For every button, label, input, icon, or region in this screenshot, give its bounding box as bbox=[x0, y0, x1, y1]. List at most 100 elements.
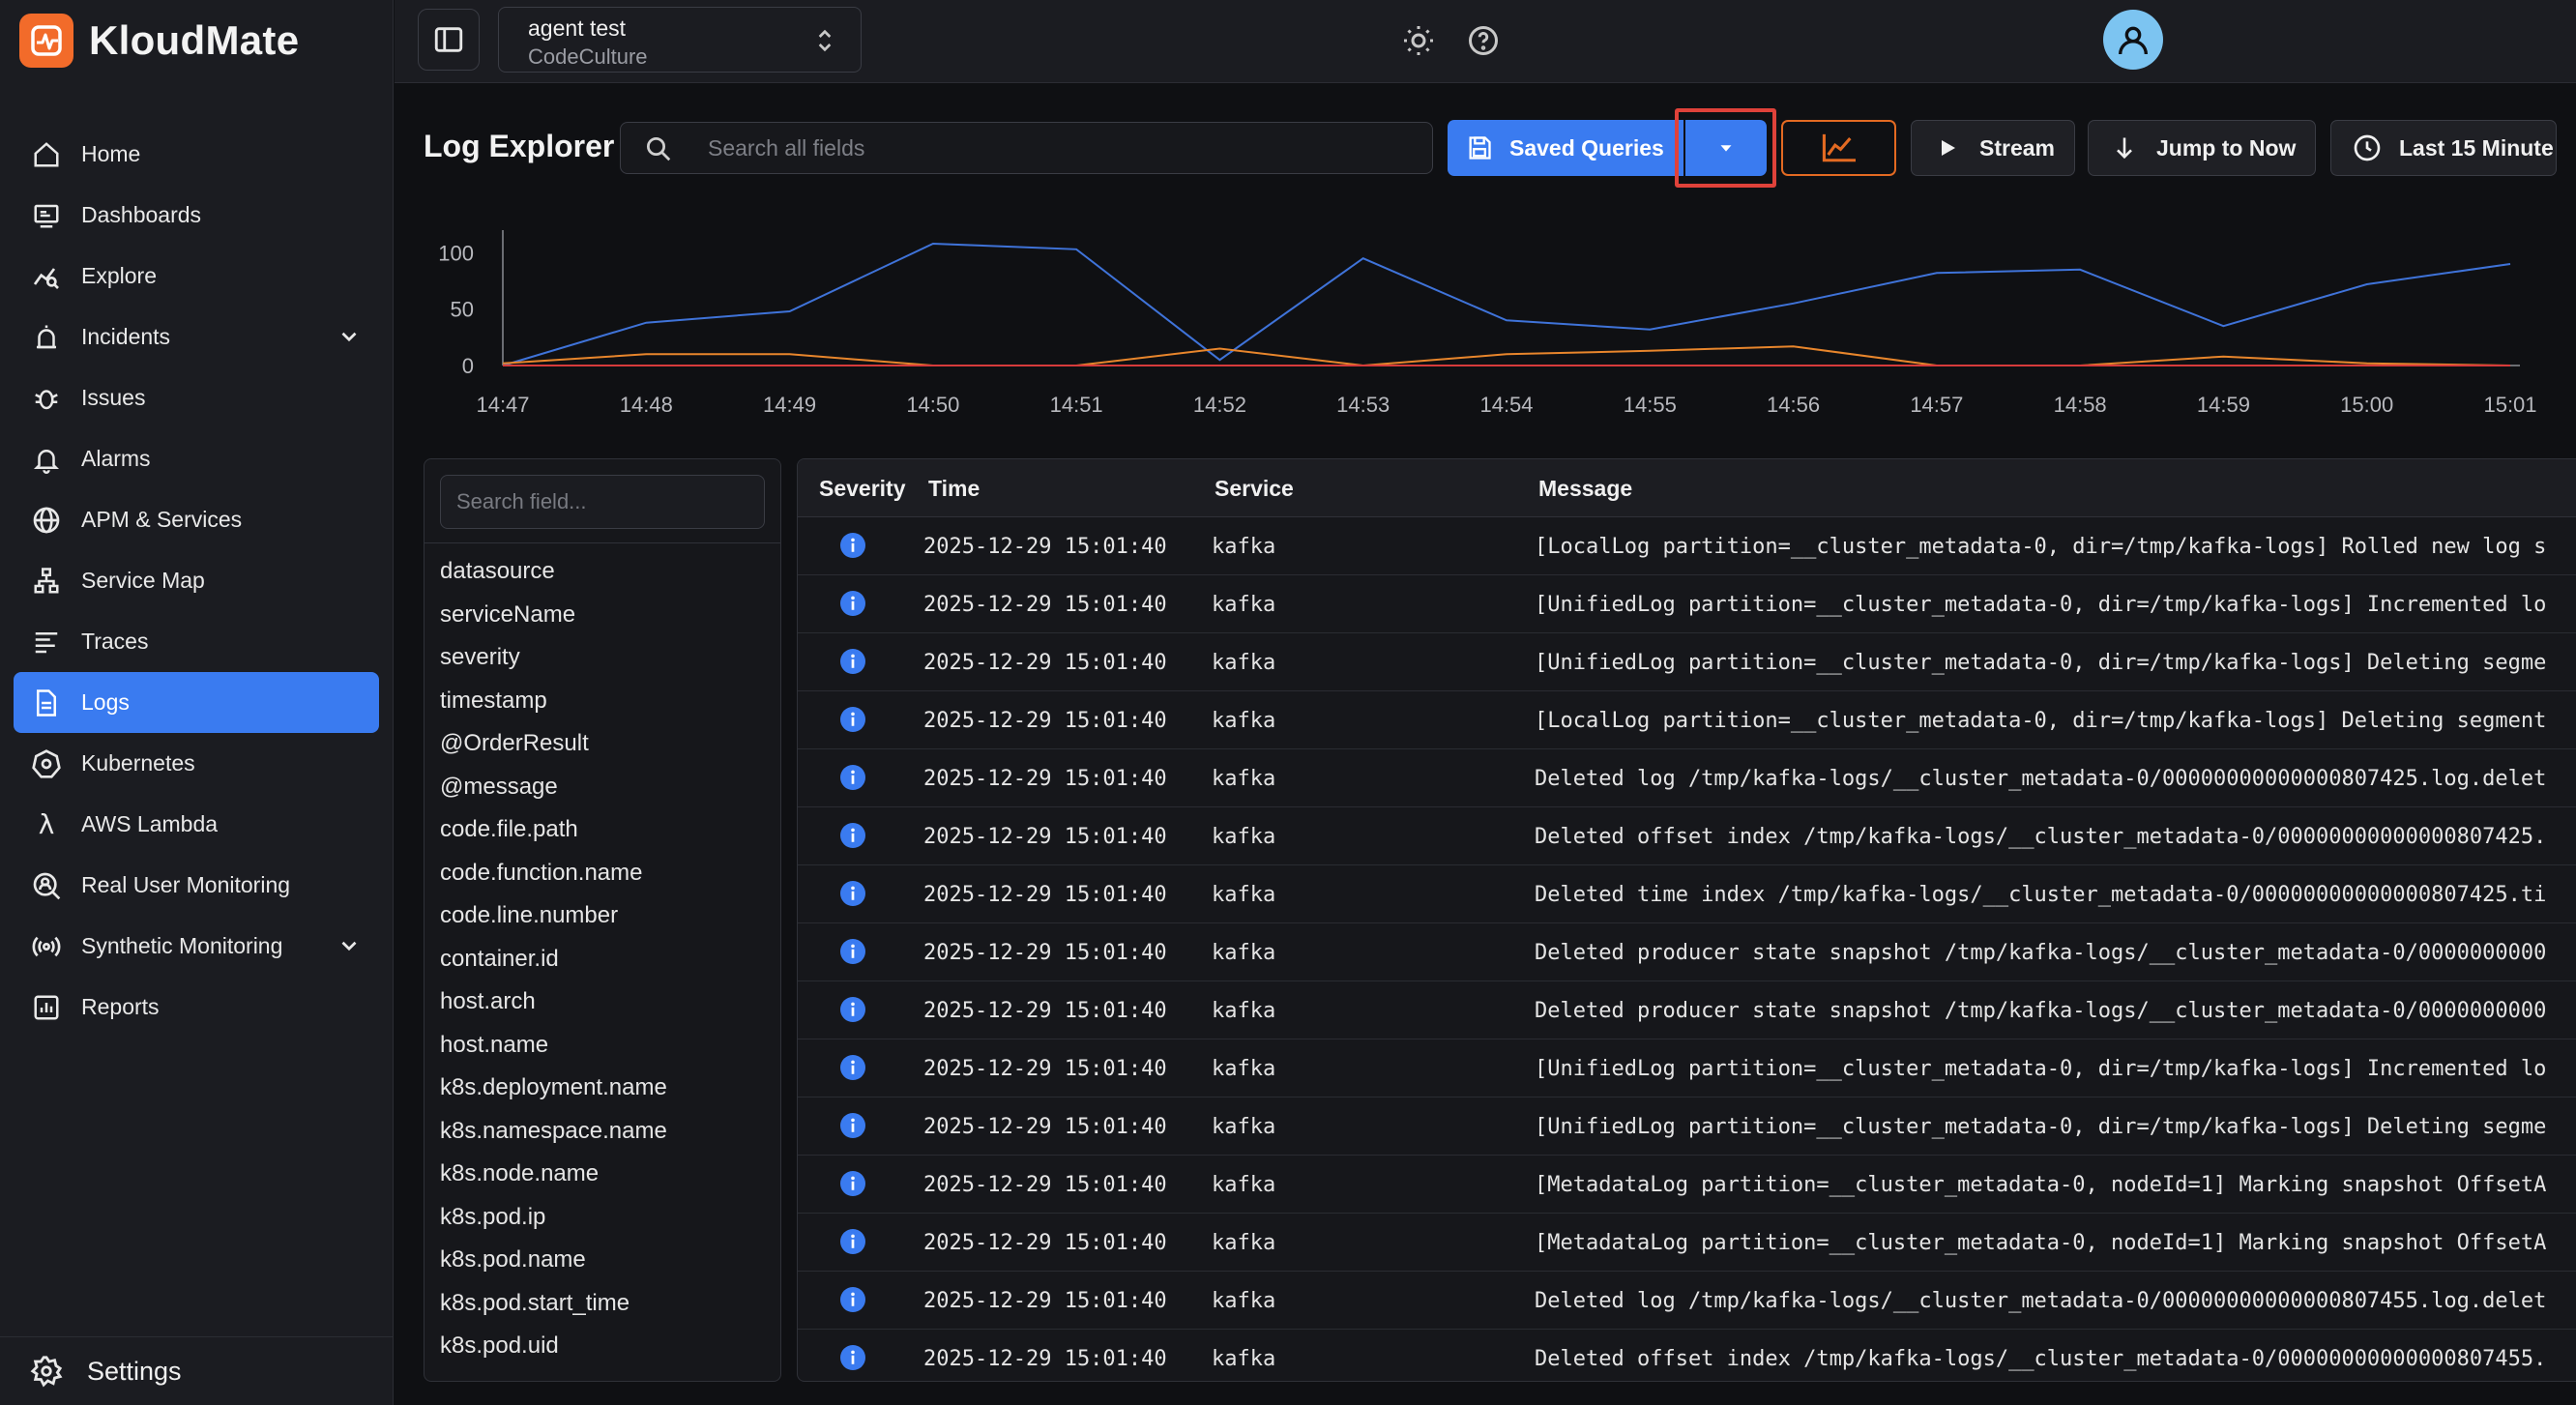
sidebar-item-kubernetes[interactable]: Kubernetes bbox=[14, 733, 379, 794]
table-row[interactable]: 2025-12-29 15:01:40 kafka [UnifiedLog part… bbox=[798, 575, 2576, 633]
x-tick-label: 14:52 bbox=[1193, 393, 1246, 417]
info-icon bbox=[840, 591, 865, 616]
field-item[interactable]: severity bbox=[440, 644, 520, 671]
traces-icon bbox=[27, 623, 66, 661]
field-item[interactable]: k8s.pod.uid bbox=[440, 1332, 559, 1360]
log-volume-chart: 0 50 100 14:47 14:48 14:49 14:50 14:51 14:52 14:5… bbox=[438, 230, 2537, 417]
sidebar-item-label: Reports bbox=[81, 994, 160, 1019]
table-row[interactable]: 2025-12-29 15:01:40 kafka [MetadataLog par… bbox=[798, 1214, 2576, 1272]
cell-service: kafka bbox=[1212, 1231, 1276, 1255]
cell-message: [MetadataLog partition=__cluster_metadat… bbox=[1535, 1173, 2547, 1197]
field-item[interactable]: host.name bbox=[440, 1032, 548, 1059]
search-input[interactable] bbox=[708, 123, 1414, 173]
sidebar-item-traces[interactable]: Traces bbox=[14, 611, 379, 672]
sidebar-item-synthetic-monitoring[interactable]: Synthetic Monitoring bbox=[14, 916, 379, 977]
cell-time: 2025-12-29 15:01:40 bbox=[923, 1289, 1167, 1313]
sidebar-toggle-button[interactable] bbox=[418, 9, 480, 71]
column-header-service[interactable]: Service bbox=[1215, 476, 1294, 502]
field-item[interactable]: k8s.node.name bbox=[440, 1160, 599, 1187]
cell-message: [UnifiedLog partition=__cluster_metadata… bbox=[1535, 1115, 2547, 1139]
sidebar-item-issues[interactable]: Issues bbox=[14, 367, 379, 428]
time-range-button[interactable]: Last 15 Minute bbox=[2330, 120, 2557, 176]
field-panel: datasource serviceName severity timestamp @O… bbox=[424, 458, 781, 1382]
brand[interactable]: KloudMate bbox=[19, 14, 299, 68]
sidebar-item-incidents[interactable]: Incidents bbox=[14, 307, 379, 367]
field-item[interactable]: k8s.pod.start_time bbox=[440, 1290, 629, 1317]
saved-queries-button[interactable]: Saved Queries bbox=[1448, 120, 1683, 176]
sidebar-item-explore[interactable]: Explore bbox=[14, 246, 379, 307]
field-item[interactable]: k8s.pod.ip bbox=[440, 1204, 545, 1231]
field-item[interactable]: k8s.deployment.name bbox=[440, 1074, 667, 1101]
field-item[interactable]: host.arch bbox=[440, 988, 536, 1015]
sidebar-item-logs[interactable]: Logs bbox=[14, 672, 379, 733]
x-tick-label: 14:53 bbox=[1336, 393, 1390, 417]
field-item[interactable]: @message bbox=[440, 774, 558, 801]
column-header-time[interactable]: Time bbox=[928, 476, 980, 502]
info-icon bbox=[840, 881, 865, 906]
x-tick-label: 14:49 bbox=[763, 393, 816, 417]
field-item[interactable]: serviceName bbox=[440, 601, 575, 629]
info-icon bbox=[840, 533, 865, 558]
info-icon bbox=[840, 1345, 865, 1370]
column-header-severity[interactable]: Severity bbox=[819, 476, 906, 502]
sidebar-item-label: Alarms bbox=[81, 446, 151, 471]
field-item[interactable]: k8s.namespace.name bbox=[440, 1118, 667, 1145]
search-field[interactable] bbox=[620, 122, 1433, 174]
brand-name: KloudMate bbox=[89, 17, 300, 63]
table-row[interactable]: 2025-12-29 15:01:40 kafka Deleted time ind… bbox=[798, 865, 2576, 923]
theme-toggle-icon[interactable] bbox=[1397, 19, 1440, 62]
table-row[interactable]: 2025-12-29 15:01:40 kafka [LocalLog partit… bbox=[798, 517, 2576, 575]
chevron-down-icon[interactable] bbox=[337, 933, 362, 964]
incident-icon bbox=[27, 318, 66, 357]
stream-button[interactable]: Stream bbox=[1911, 120, 2075, 176]
cell-message: [UnifiedLog partition=__cluster_metadata… bbox=[1535, 1057, 2547, 1081]
sidebar-item-service-map[interactable]: Service Map bbox=[14, 550, 379, 611]
cell-message: [LocalLog partition=__cluster_metadata-0… bbox=[1535, 535, 2547, 559]
jump-to-now-button[interactable]: Jump to Now bbox=[2088, 120, 2316, 176]
sidebar: KloudMate Home Dashboards Explore Incide… bbox=[0, 0, 394, 1405]
table-row[interactable]: 2025-12-29 15:01:40 kafka Deleted log /tmp… bbox=[798, 1272, 2576, 1330]
table-row[interactable]: 2025-12-29 15:01:40 kafka [UnifiedLog part… bbox=[798, 1098, 2576, 1156]
chart-toggle-button[interactable] bbox=[1781, 120, 1896, 176]
cell-message: [UnifiedLog partition=__cluster_metadata… bbox=[1535, 593, 2547, 617]
cell-message: Deleted offset index /tmp/kafka-logs/__c… bbox=[1535, 1347, 2547, 1371]
table-row[interactable]: 2025-12-29 15:01:40 kafka [MetadataLog par… bbox=[798, 1156, 2576, 1214]
sidebar-item-reports[interactable]: Reports bbox=[14, 977, 379, 1038]
table-row[interactable]: 2025-12-29 15:01:40 kafka Deleted log /tmp… bbox=[798, 749, 2576, 807]
field-item[interactable]: container.id bbox=[440, 946, 559, 973]
sidebar-item-dashboards[interactable]: Dashboards bbox=[14, 185, 379, 246]
avatar[interactable] bbox=[2103, 10, 2163, 70]
field-item[interactable]: datasource bbox=[440, 558, 555, 585]
sidebar-item-real-user-monitoring[interactable]: Real User Monitoring bbox=[14, 855, 379, 916]
info-icon bbox=[840, 1287, 865, 1312]
x-tick-label: 14:56 bbox=[1767, 393, 1820, 417]
table-row[interactable]: 2025-12-29 15:01:40 kafka Deleted producer… bbox=[798, 923, 2576, 981]
chevron-down-icon[interactable] bbox=[337, 324, 362, 355]
column-header-message[interactable]: Message bbox=[1538, 476, 1632, 502]
user-icon bbox=[2119, 26, 2148, 55]
table-row[interactable]: 2025-12-29 15:01:40 kafka [UnifiedLog part… bbox=[798, 633, 2576, 691]
sidebar-item-settings[interactable]: Settings bbox=[0, 1336, 393, 1405]
table-row[interactable]: 2025-12-29 15:01:40 kafka [LocalLog partit… bbox=[798, 691, 2576, 749]
sidebar-item-home[interactable]: Home bbox=[14, 124, 379, 185]
sidebar-item-alarms[interactable]: Alarms bbox=[14, 428, 379, 489]
sidebar-item-apm-services[interactable]: APM & Services bbox=[14, 489, 379, 550]
field-search-input[interactable] bbox=[440, 475, 765, 529]
field-item[interactable]: code.line.number bbox=[440, 902, 618, 929]
field-item[interactable]: @OrderResult bbox=[440, 730, 589, 757]
stream-label: Stream bbox=[1979, 134, 2055, 161]
field-item[interactable]: k8s.pod.name bbox=[440, 1246, 586, 1273]
table-row[interactable]: 2025-12-29 15:01:40 kafka Deleted offset i… bbox=[798, 807, 2576, 865]
field-item[interactable]: code.function.name bbox=[440, 860, 642, 887]
table-row[interactable]: 2025-12-29 15:01:40 kafka [UnifiedLog part… bbox=[798, 1039, 2576, 1098]
field-item[interactable]: timestamp bbox=[440, 688, 547, 715]
field-item[interactable]: code.file.path bbox=[440, 816, 578, 843]
info-icon bbox=[840, 997, 865, 1022]
table-header: Severity Time Service Message bbox=[798, 459, 2576, 517]
cell-service: kafka bbox=[1212, 825, 1276, 849]
project-selector[interactable]: agent test CodeCulture bbox=[498, 7, 862, 73]
sidebar-item-aws-lambda[interactable]: λ AWS Lambda bbox=[14, 794, 379, 855]
help-icon[interactable] bbox=[1462, 19, 1505, 62]
table-row[interactable]: 2025-12-29 15:01:40 kafka Deleted offset i… bbox=[798, 1330, 2576, 1381]
table-row[interactable]: 2025-12-29 15:01:40 kafka Deleted producer… bbox=[798, 981, 2576, 1039]
